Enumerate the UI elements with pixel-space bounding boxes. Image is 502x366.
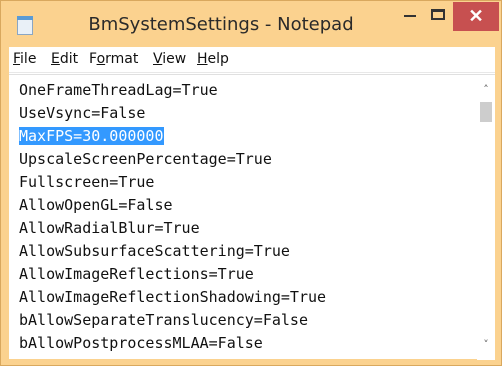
text-line-selected: MaxFPS=30.000000 xyxy=(19,127,164,145)
maximize-icon xyxy=(431,9,445,20)
scrollbar-thumb[interactable] xyxy=(480,102,492,122)
menu-file[interactable]: File xyxy=(13,51,36,67)
menu-edit[interactable]: Edit xyxy=(51,51,78,67)
title-bar[interactable]: BmSystemSettings - Notepad ✕ xyxy=(1,1,501,47)
client-area: File Edit Format View Help OneFrameThrea… xyxy=(9,47,495,360)
scroll-up-arrow-icon[interactable]: ˄ xyxy=(477,81,495,99)
menu-help[interactable]: Help xyxy=(197,51,229,67)
text-line: Fullscreen=True xyxy=(19,173,155,191)
window-title: BmSystemSettings - Notepad xyxy=(88,14,354,35)
text-line: AllowRadialBlur=True xyxy=(19,219,200,237)
menu-format[interactable]: Format xyxy=(89,51,138,67)
notepad-window: BmSystemSettings - Notepad ✕ File Edit F… xyxy=(0,0,502,366)
text-line: OneFrameThreadLag=True xyxy=(19,81,218,99)
text-line: UseVsync=False xyxy=(19,104,146,122)
text-line: UpscaleScreenPercentage=True xyxy=(19,150,272,168)
minimize-icon xyxy=(404,15,416,17)
text-line: AllowImageReflectionShadowing=True xyxy=(19,288,327,306)
text-line: AllowOpenGL=False xyxy=(19,196,173,214)
text-line: bAllowPostprocessMLAA=False xyxy=(19,334,263,352)
close-icon: ✕ xyxy=(468,6,484,26)
close-button[interactable]: ✕ xyxy=(453,2,499,31)
menu-view[interactable]: View xyxy=(153,51,186,67)
minimize-button[interactable] xyxy=(394,1,426,31)
text-line: AllowSubsurfaceScattering=True xyxy=(19,242,290,260)
text-editor[interactable]: OneFrameThreadLag=True UseVsync=False Ma… xyxy=(9,74,495,360)
maximize-button[interactable] xyxy=(426,1,452,31)
text-line: AllowImageReflections=True xyxy=(19,265,254,283)
text-lines: OneFrameThreadLag=True UseVsync=False Ma… xyxy=(19,79,326,355)
menu-bar: File Edit Format View Help xyxy=(9,47,495,73)
vertical-scrollbar[interactable]: ˄ ˅ xyxy=(477,75,495,360)
scroll-down-arrow-icon[interactable]: ˅ xyxy=(477,336,495,354)
text-line: bAllowSeparateTranslucency=False xyxy=(19,311,308,329)
